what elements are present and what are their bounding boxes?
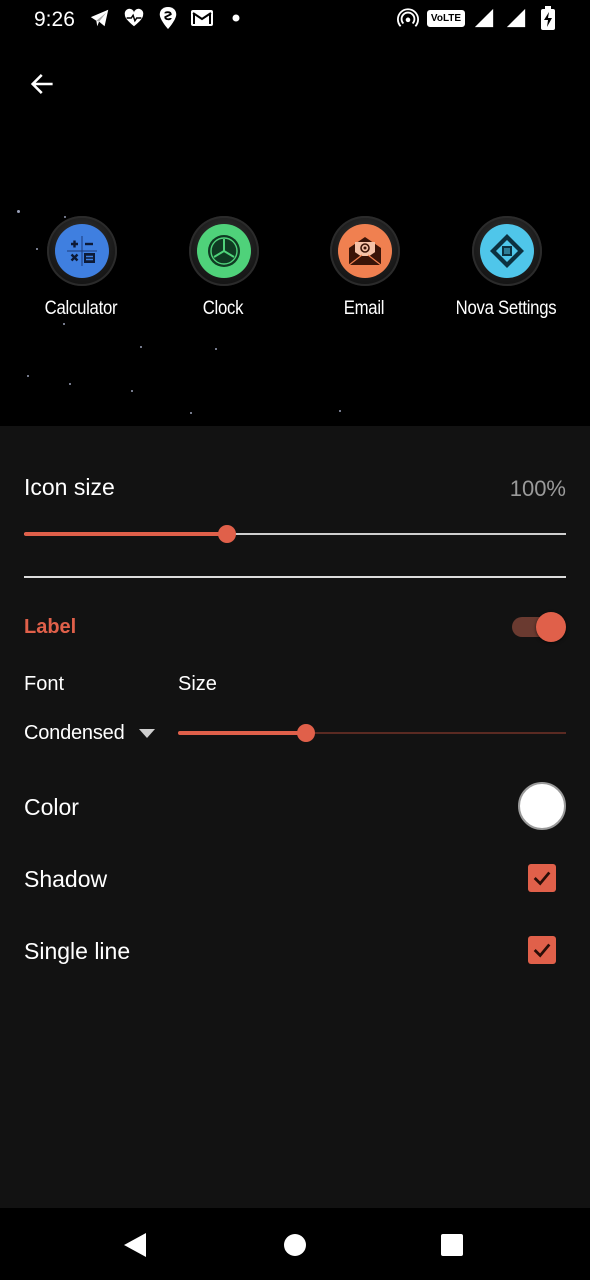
arrow-left-icon [30, 74, 53, 94]
slider-fill [178, 731, 306, 735]
size-label: Size [178, 673, 217, 695]
signal-icon-2 [504, 6, 528, 30]
settings-panel: Icon size 100% Label Font Size Condensed… [0, 426, 590, 1208]
status-time: 9:26 [34, 8, 75, 31]
heart-monitor-icon [122, 6, 146, 30]
dot-icon [224, 6, 248, 30]
nav-back-button[interactable] [118, 1228, 152, 1262]
color-label: Color [24, 794, 79, 820]
nav-recents-button[interactable] [435, 1228, 469, 1262]
volte-icon: VoLTE [426, 6, 466, 30]
nav-home-button[interactable] [278, 1228, 312, 1262]
font-label: Font [24, 673, 65, 695]
swiggy-icon [156, 6, 180, 30]
signal-icon [472, 6, 496, 30]
navigation-bar [0, 1208, 590, 1280]
telegram-icon [88, 6, 112, 30]
slider-thumb[interactable] [297, 724, 315, 742]
triangle-back-icon [124, 1233, 146, 1257]
shadow-checkbox[interactable] [528, 864, 556, 892]
label-toggle[interactable] [512, 612, 566, 642]
notification-icons [88, 6, 248, 30]
font-dropdown-value: Condensed [24, 722, 125, 744]
color-swatch[interactable] [518, 782, 566, 830]
gmail-icon [190, 6, 214, 30]
calculator-icon [47, 216, 117, 286]
font-dropdown[interactable]: Condensed [24, 722, 155, 745]
slider-fill [24, 532, 227, 536]
icon-size-value: 100% [509, 476, 566, 501]
hotspot-icon [396, 6, 420, 30]
clock-icon [189, 216, 259, 286]
status-bar: 9:26 VoLTE [0, 0, 590, 38]
shadow-label: Shadow [24, 866, 108, 892]
dropdown-arrow-icon [138, 729, 155, 738]
check-icon [533, 871, 551, 886]
check-icon [533, 943, 551, 958]
icon-preview: Calculator Clock Email Nova Settings [0, 38, 590, 426]
square-recents-icon [441, 1234, 463, 1256]
icon-size-slider[interactable] [24, 522, 566, 546]
divider [24, 576, 566, 578]
system-icons: VoLTE [396, 6, 560, 30]
battery-charging-icon [536, 6, 560, 30]
slider-thumb[interactable] [218, 525, 236, 543]
app-label: Nova Settings [455, 298, 557, 319]
back-button[interactable] [22, 64, 62, 104]
app-label: Calculator [44, 298, 118, 319]
label-section-title: Label [24, 616, 77, 638]
circle-home-icon [284, 1234, 306, 1256]
single-line-label: Single line [24, 938, 131, 964]
label-size-slider[interactable] [178, 721, 566, 745]
nova-settings-icon [472, 216, 542, 286]
app-label: Email [343, 298, 385, 319]
icon-size-title: Icon size [24, 474, 115, 500]
single-line-checkbox[interactable] [528, 936, 556, 964]
app-label: Clock [202, 298, 244, 319]
email-icon [330, 216, 400, 286]
